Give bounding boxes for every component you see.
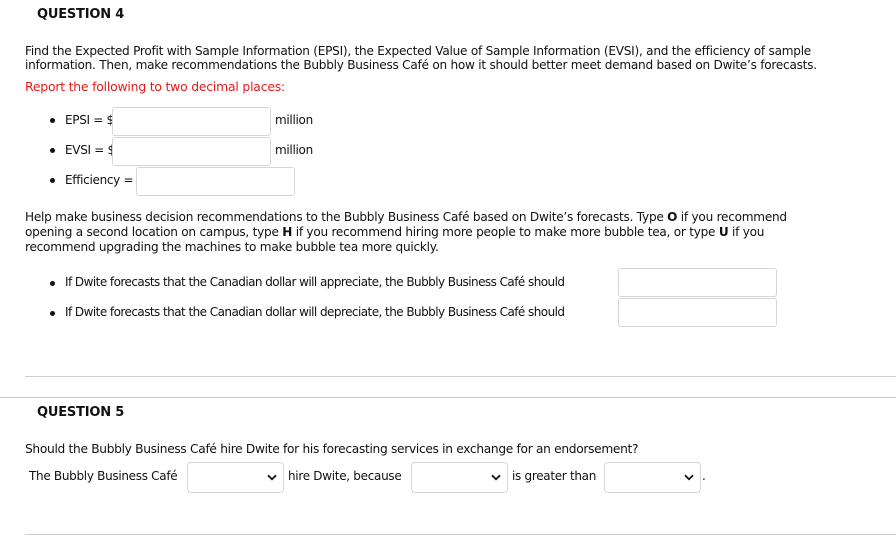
option-u-code: U — [718, 225, 729, 239]
depreciate-recommendation-input[interactable] — [618, 298, 777, 327]
bullet — [50, 118, 55, 123]
question-4-intro-line-1: Find the Expected Profit with Sample Inf… — [25, 44, 811, 58]
sentence-mid: hire Dwite, because — [288, 469, 402, 483]
appreciate-label: If Dwite forecasts that the Canadian dol… — [65, 275, 565, 289]
appreciate-recommendation-input[interactable] — [618, 268, 777, 297]
help-line-1: Help make business decision recommendati… — [25, 210, 787, 224]
help-line-1-text: Help make business decision recommendati… — [25, 210, 668, 224]
question-4-title: QUESTION 4 — [37, 7, 125, 22]
instruction-text: Report the following to two decimal plac… — [25, 79, 285, 94]
help-line-3: recommend upgrading the machines to make… — [25, 240, 439, 254]
evsi-label: EVSI = $ — [65, 143, 115, 157]
option-h-code: H — [282, 225, 293, 239]
hire-decision-dropdown[interactable] — [187, 462, 284, 493]
help-line-2-text-mid: if you recommend hiring more people to m… — [292, 225, 719, 239]
epsi-input[interactable] — [112, 107, 271, 136]
sentence-end: . — [702, 469, 706, 483]
help-line-2: opening a second location on campus, typ… — [25, 225, 764, 239]
answer-divider — [25, 376, 896, 377]
first-value-dropdown[interactable] — [411, 462, 508, 493]
help-line-2-text-end: if you — [728, 225, 765, 239]
efficiency-input[interactable] — [136, 167, 295, 196]
question-5-title: QUESTION 5 — [37, 405, 125, 420]
help-line-2-text: opening a second location on campus, typ… — [25, 225, 283, 239]
chevron-down-icon — [491, 474, 501, 481]
epsi-label: EPSI = $ — [65, 113, 114, 127]
evsi-input[interactable] — [112, 137, 271, 166]
bottom-divider — [25, 534, 896, 535]
epsi-unit: million — [275, 113, 313, 127]
evsi-unit: million — [275, 143, 313, 157]
second-value-dropdown[interactable] — [604, 462, 701, 493]
chevron-down-icon — [267, 474, 277, 481]
question-5-prompt: Should the Bubbly Business Café hire Dwi… — [25, 442, 639, 456]
bullet — [50, 178, 55, 183]
chevron-down-icon — [684, 474, 694, 481]
bullet — [50, 311, 55, 316]
question-divider — [0, 397, 896, 398]
sentence-start: The Bubbly Business Café — [29, 469, 178, 483]
option-o-code: O — [667, 210, 678, 224]
sentence-mid-2: is greater than — [512, 469, 597, 483]
help-line-1-text-end: if you recommend — [677, 210, 787, 224]
efficiency-label: Efficiency = — [65, 173, 134, 187]
bullet — [50, 148, 55, 153]
question-4-intro-line-2: information. Then, make recommendations … — [25, 58, 817, 72]
depreciate-label: If Dwite forecasts that the Canadian dol… — [65, 305, 565, 319]
bullet — [50, 281, 55, 286]
